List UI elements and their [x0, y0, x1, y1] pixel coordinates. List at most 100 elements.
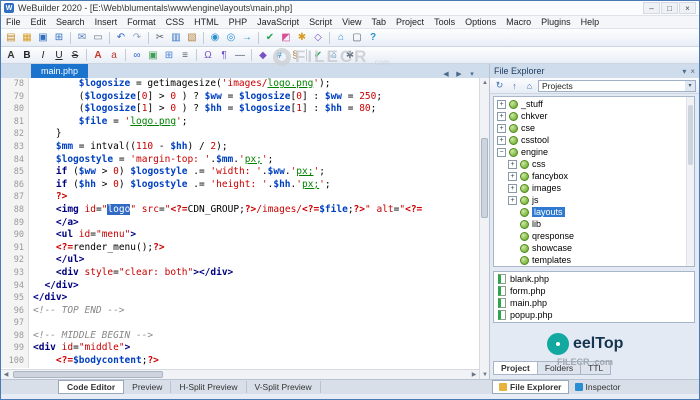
php-tag-icon[interactable]: ◆ — [255, 48, 271, 62]
tree-item-layouts[interactable]: layouts — [494, 206, 694, 218]
menu-css[interactable]: CSS — [161, 17, 190, 27]
menu-search[interactable]: Search — [51, 17, 90, 27]
open-in-browser-icon[interactable]: ⌂ — [326, 48, 342, 62]
panel-menu-icon[interactable]: ▾ — [682, 67, 686, 76]
chevron-down-icon[interactable]: ▾ — [685, 80, 695, 91]
menu-options[interactable]: Options — [460, 17, 501, 27]
tree-scrollbar[interactable] — [686, 97, 694, 266]
expander-icon[interactable]: + — [508, 195, 517, 205]
tree-item-engine[interactable]: − engine — [494, 146, 694, 158]
expander-icon[interactable]: + — [497, 135, 506, 145]
help-icon[interactable]: ? — [365, 31, 381, 45]
view-tab-h-split-preview[interactable]: H-Split Preview — [171, 381, 247, 393]
folder-up-icon[interactable]: ↑ — [508, 80, 521, 92]
file-item-main-php[interactable]: main.php — [494, 297, 694, 309]
scroll-left-icon[interactable]: ◀ — [1, 370, 11, 379]
tree-item-css[interactable]: + css — [494, 158, 694, 170]
projects-combobox[interactable]: Projects ▾ — [538, 79, 696, 92]
menu-macro[interactable]: Macro — [501, 17, 536, 27]
tab-scroll-right-icon[interactable]: ▶ — [454, 70, 464, 78]
tree-item-chkver[interactable]: + chkver — [494, 110, 694, 122]
minimize-button[interactable]: – — [643, 2, 660, 14]
underline-icon[interactable]: U — [51, 48, 67, 62]
font-icon[interactable]: A — [3, 48, 19, 62]
file-item-popup-php[interactable]: popup.php — [494, 309, 694, 321]
subtab-folders[interactable]: Folders — [537, 361, 582, 375]
new-file-icon[interactable]: ▤ — [3, 31, 19, 45]
italic-icon[interactable]: I — [35, 48, 51, 62]
menu-file[interactable]: File — [1, 17, 26, 27]
tree-item-showcase[interactable]: showcase — [494, 242, 694, 254]
tree-scroll-thumb[interactable] — [688, 105, 693, 165]
refresh-icon[interactable]: ↻ — [493, 80, 506, 92]
menu-tools[interactable]: Tools — [429, 17, 460, 27]
find-icon[interactable]: ◉ — [207, 31, 223, 45]
preview-in-browser-icon[interactable]: ⌂ — [333, 31, 349, 45]
menu-tab[interactable]: Tab — [367, 17, 392, 27]
tree-item-js[interactable]: + js — [494, 194, 694, 206]
expander-icon[interactable]: − — [497, 147, 506, 157]
bold-icon[interactable]: B — [19, 48, 35, 62]
tree-item-lib[interactable]: lib — [494, 218, 694, 230]
undo-icon[interactable]: ↶ — [113, 31, 129, 45]
find-replace-icon[interactable]: ◎ — [223, 31, 239, 45]
menu-php[interactable]: PHP — [224, 17, 253, 27]
menu-insert[interactable]: Insert — [90, 17, 123, 27]
expander-icon[interactable]: + — [497, 111, 506, 121]
view-tab-code-editor[interactable]: Code Editor — [58, 380, 125, 394]
menu-format[interactable]: Format — [122, 17, 161, 27]
insert-image-icon[interactable]: ▣ — [145, 48, 161, 62]
settings-icon[interactable]: ✱ — [342, 48, 358, 62]
tree-item--stuff[interactable]: + _stuff — [494, 98, 694, 110]
menu-project[interactable]: Project — [391, 17, 429, 27]
paragraph-icon[interactable]: ¶ — [216, 48, 232, 62]
horizontal-rule-icon[interactable]: ― — [232, 48, 248, 62]
menu-plugins[interactable]: Plugins — [536, 17, 576, 27]
subtab-project[interactable]: Project — [493, 361, 538, 375]
font-increase-icon[interactable]: A — [90, 48, 106, 62]
menu-edit[interactable]: Edit — [26, 17, 52, 27]
view-tab-preview[interactable]: Preview — [124, 381, 172, 393]
save-all-icon[interactable]: ⊞ — [51, 31, 67, 45]
vertical-scroll-thumb[interactable] — [481, 138, 488, 218]
tab-scroll-left-icon[interactable]: ◀ — [441, 70, 451, 78]
validate-icon[interactable]: ✔ — [310, 48, 326, 62]
tree-item-templates[interactable]: templates — [494, 254, 694, 266]
tab-main-php[interactable]: main.php — [31, 64, 89, 78]
view-tab-v-split-preview[interactable]: V-Split Preview — [247, 381, 321, 393]
tree-item-images[interactable]: + images — [494, 182, 694, 194]
close-button[interactable]: × — [679, 2, 696, 14]
horizontal-scroll-thumb[interactable] — [13, 371, 163, 378]
panel-tab-inspector[interactable]: Inspector — [569, 381, 627, 393]
tree-item-fancybox[interactable]: + fancybox — [494, 170, 694, 182]
expander-icon[interactable]: + — [508, 183, 517, 193]
file-item-blank-php[interactable]: blank.php — [494, 273, 694, 285]
tab-list-icon[interactable]: ▾ — [467, 70, 477, 78]
font-decrease-icon[interactable]: a — [106, 48, 122, 62]
insert-list-icon[interactable]: ≡ — [177, 48, 193, 62]
panel-close-icon[interactable]: × — [690, 67, 695, 76]
cut-icon[interactable]: ✂ — [152, 31, 168, 45]
panel-tab-file-explorer[interactable]: File Explorer — [492, 380, 569, 394]
menu-script[interactable]: Script — [304, 17, 337, 27]
home-icon[interactable]: ⌂ — [523, 80, 536, 92]
file-item-form-php[interactable]: form.php — [494, 285, 694, 297]
tree-item-cse[interactable]: + cse — [494, 122, 694, 134]
redo-icon[interactable]: ↷ — [129, 31, 145, 45]
insert-table-icon[interactable]: ⊞ — [161, 48, 177, 62]
color-picker-icon[interactable]: ◩ — [278, 31, 294, 45]
expander-icon[interactable]: + — [497, 99, 506, 109]
email-icon[interactable]: ✉ — [74, 31, 90, 45]
menu-javascript[interactable]: JavaScript — [252, 17, 304, 27]
goto-line-icon[interactable]: → — [239, 31, 255, 45]
fullscreen-icon[interactable]: ▢ — [349, 31, 365, 45]
css-style-icon[interactable]: # — [271, 48, 287, 62]
maximize-button[interactable]: □ — [661, 2, 678, 14]
tree-item-csstool[interactable]: + csstool — [494, 134, 694, 146]
menu-help[interactable]: Help — [576, 17, 605, 27]
hyperlink-icon[interactable]: ∞ — [129, 48, 145, 62]
scroll-right-icon[interactable]: ▶ — [469, 370, 479, 379]
expander-icon[interactable]: + — [508, 171, 517, 181]
expander-icon[interactable]: + — [497, 123, 506, 133]
open-file-icon[interactable]: ▦ — [19, 31, 35, 45]
